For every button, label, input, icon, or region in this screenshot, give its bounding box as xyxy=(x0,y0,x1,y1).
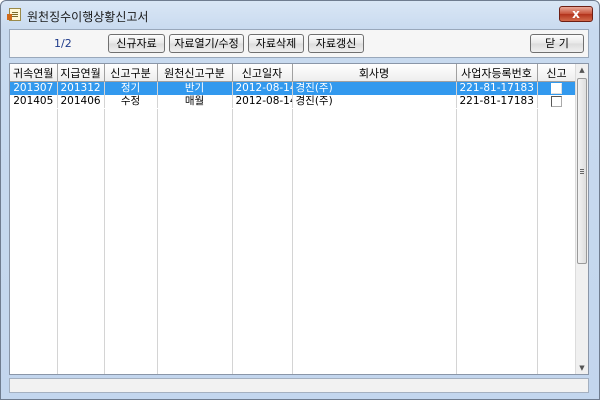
cell-withholding-type: 매월 xyxy=(157,95,233,108)
column-divider xyxy=(537,109,538,374)
report-checkbox[interactable] xyxy=(551,82,562,94)
report-grid[interactable]: 귀속연월 지급연월 신고구분 원천신고구분 신고일자 회사명 사업자등록번호 신… xyxy=(9,63,589,375)
refresh-data-button[interactable]: 자료갱신 xyxy=(308,34,364,53)
col-header-business-number[interactable]: 사업자등록번호 xyxy=(456,64,538,82)
col-header-report-date[interactable]: 신고일자 xyxy=(232,64,293,82)
cell-withholding-type: 반기 xyxy=(157,81,233,95)
scroll-thumb[interactable] xyxy=(577,78,587,264)
cell-report-type: 정기 xyxy=(104,81,158,95)
vertical-scrollbar[interactable]: ▲ ▼ xyxy=(575,64,588,374)
column-divider xyxy=(292,109,293,374)
cell-report xyxy=(537,81,577,95)
table-row[interactable]: 201307 201312 정기 반기 2012-08-14 경진(주) 221… xyxy=(10,81,577,95)
column-divider xyxy=(57,109,58,374)
col-header-report-type[interactable]: 신고구분 xyxy=(104,64,158,82)
status-bar xyxy=(9,378,589,393)
scroll-down-arrow-icon[interactable]: ▼ xyxy=(576,362,588,374)
main-window: 원천징수이행상황신고서 x 1/2 신규자료 자료열기/수정 자료삭제 자료갱신… xyxy=(0,0,600,400)
delete-data-button[interactable]: 자료삭제 xyxy=(248,34,304,53)
cell-payment-month: 201406 xyxy=(57,95,105,108)
column-divider xyxy=(456,109,457,374)
col-header-payment-month[interactable]: 지급연월 xyxy=(57,64,105,82)
col-header-withholding-type[interactable]: 원천신고구분 xyxy=(157,64,233,82)
grip-icon xyxy=(580,169,584,170)
scroll-up-arrow-icon[interactable]: ▲ xyxy=(576,64,588,76)
cell-report-date: 2012-08-14 xyxy=(232,81,293,95)
report-checkbox[interactable] xyxy=(551,95,562,107)
cell-company-name: 경진(주) xyxy=(292,81,457,95)
page-indicator: 1/2 xyxy=(54,37,72,50)
column-divider xyxy=(104,109,105,374)
document-icon xyxy=(7,8,21,21)
cell-report-date: 2012-08-14 xyxy=(232,95,293,108)
table-row[interactable]: 201405 201406 수정 매월 2012-08-14 경진(주) 221… xyxy=(10,95,577,108)
cell-report xyxy=(537,95,577,108)
cell-report-type: 수정 xyxy=(104,95,158,108)
report-table: 귀속연월 지급연월 신고구분 원천신고구분 신고일자 회사명 사업자등록번호 신… xyxy=(10,64,577,108)
window-title: 원천징수이행상황신고서 xyxy=(27,10,149,24)
cell-company-name: 경진(주) xyxy=(292,95,457,108)
col-header-company-name[interactable]: 회사명 xyxy=(292,64,457,82)
col-header-attribution-month[interactable]: 귀속연월 xyxy=(10,64,58,82)
title-bar[interactable]: 원천징수이행상황신고서 x xyxy=(1,1,599,28)
open-edit-button[interactable]: 자료열기/수정 xyxy=(169,34,244,53)
cell-attribution-month: 201307 xyxy=(10,81,58,95)
cell-business-number: 221-81-17183 xyxy=(456,95,538,108)
header-row: 귀속연월 지급연월 신고구분 원천신고구분 신고일자 회사명 사업자등록번호 신… xyxy=(10,64,577,82)
close-button[interactable]: 닫 기 xyxy=(530,34,584,53)
cell-business-number: 221-81-17183 xyxy=(456,81,538,95)
toolbar: 1/2 신규자료 자료열기/수정 자료삭제 자료갱신 닫 기 xyxy=(9,29,589,58)
cell-attribution-month: 201405 xyxy=(10,95,58,108)
new-data-button[interactable]: 신규자료 xyxy=(108,34,165,53)
col-header-report[interactable]: 신고 xyxy=(537,64,577,82)
column-divider xyxy=(232,109,233,374)
window-close-button[interactable]: x xyxy=(559,6,593,22)
column-divider xyxy=(157,109,158,374)
cell-payment-month: 201312 xyxy=(57,81,105,95)
